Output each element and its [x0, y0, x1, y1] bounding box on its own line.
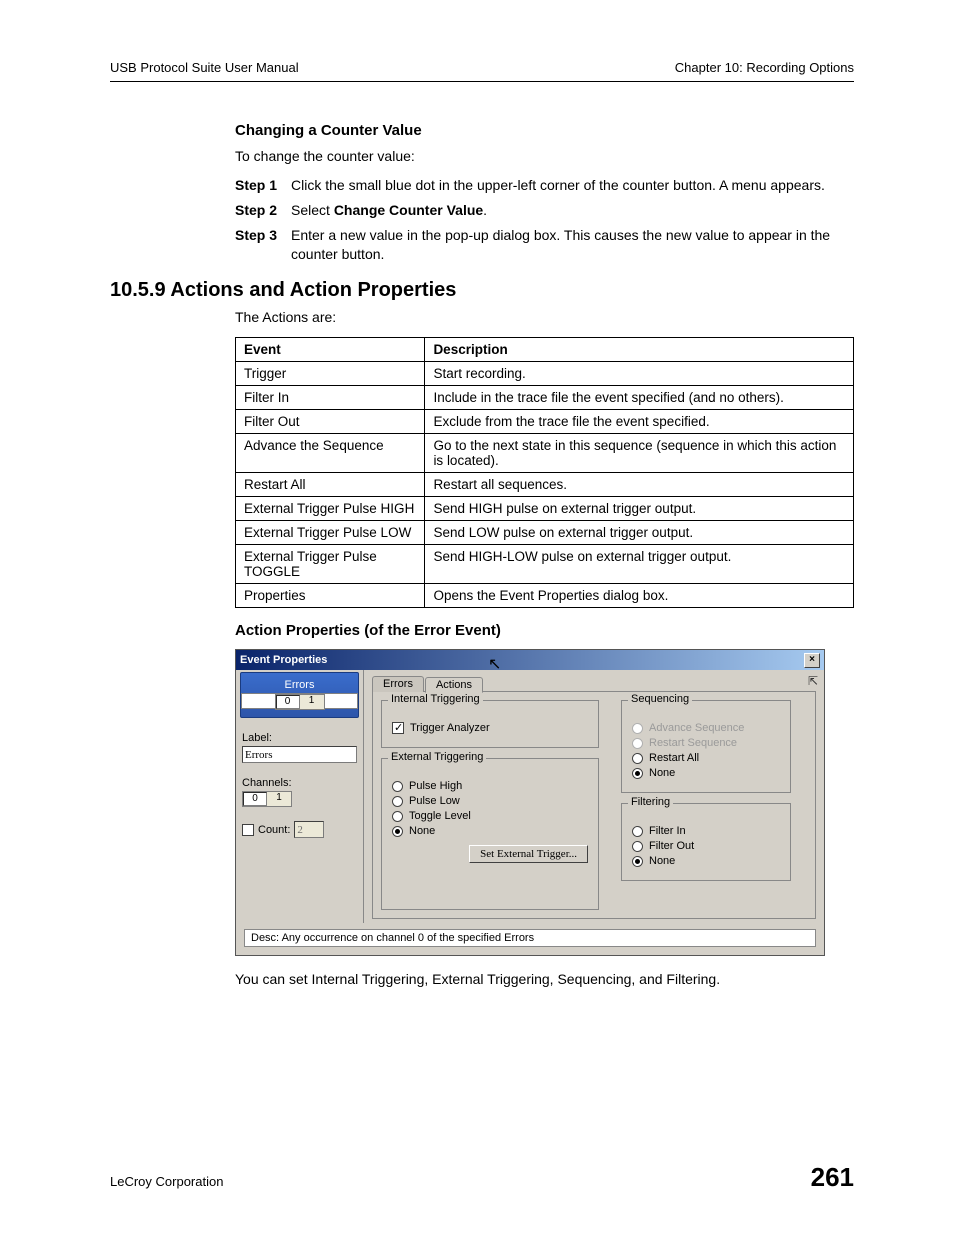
page-number: 261 [811, 1162, 854, 1193]
table-row: External Trigger Pulse TOGGLE [236, 545, 425, 584]
table-row: Properties [236, 584, 425, 608]
table-row: Advance the Sequence [236, 434, 425, 473]
count-input[interactable] [294, 821, 324, 838]
dialog-titlebar[interactable]: Event Properties × [236, 650, 824, 670]
step2-label: Step 2 [235, 201, 291, 220]
desc-bar: Desc: Any occurrence on channel 0 of the… [244, 929, 816, 947]
table-row: External Trigger Pulse LOW [236, 521, 425, 545]
seq-none-radio[interactable] [632, 768, 643, 779]
step3-body: Enter a new value in the pop-up dialog b… [291, 226, 854, 264]
page-footer: LeCroy Corporation 261 [110, 1162, 854, 1193]
step3-label: Step 3 [235, 226, 291, 264]
tab-errors[interactable]: Errors [372, 676, 424, 692]
header-right: Chapter 10: Recording Options [675, 60, 854, 75]
intro-text: To change the counter value: [235, 147, 854, 166]
channels-caption: Channels: [242, 777, 357, 789]
label-caption: Label: [242, 732, 357, 744]
dialog-title: Event Properties [240, 652, 327, 668]
table-row: External Trigger Pulse HIGH [236, 497, 425, 521]
pin-icon[interactable]: ⇱ [808, 674, 818, 688]
filter-in-radio[interactable] [632, 826, 643, 837]
group-external-trig: External Triggering Pulse High Pulse Low… [381, 758, 599, 910]
footer-company: LeCroy Corporation [110, 1174, 223, 1189]
toggle-level-radio[interactable] [392, 811, 403, 822]
actions-table: Event Description TriggerStart recording… [235, 337, 854, 608]
step2-body: Select Change Counter Value. [291, 201, 854, 220]
label-input[interactable] [242, 746, 357, 763]
restart-seq-radio [632, 738, 643, 749]
errors-toggle[interactable]: 0 1 [275, 694, 325, 710]
table-row: Trigger [236, 362, 425, 386]
restart-all-radio[interactable] [632, 753, 643, 764]
table-row: Filter In [236, 386, 425, 410]
count-label: Count: [258, 824, 290, 836]
section-heading: 10.5.9 Actions and Action Properties [110, 279, 854, 302]
close-icon[interactable]: × [804, 653, 820, 668]
errors-heading: Errors [241, 679, 358, 691]
pulse-low-radio[interactable] [392, 796, 403, 807]
table-row: Filter Out [236, 410, 425, 434]
table-row: Restart All [236, 473, 425, 497]
count-checkbox[interactable] [242, 824, 254, 836]
steps-list: Step 1 Click the small blue dot in the u… [235, 176, 854, 264]
tab-actions[interactable]: Actions [425, 677, 483, 693]
header-left: USB Protocol Suite User Manual [110, 60, 299, 75]
trigger-analyzer-label: Trigger Analyzer [410, 722, 490, 734]
pulse-high-radio[interactable] [392, 781, 403, 792]
event-properties-dialog: Event Properties × ↖ Errors 0 1 [235, 649, 825, 956]
set-external-trigger-button[interactable]: Set External Trigger... [469, 845, 588, 863]
subheading-action-props: Action Properties (of the Error Event) [235, 622, 854, 639]
th-event: Event [236, 338, 425, 362]
step1-label: Step 1 [235, 176, 291, 195]
ext-none-radio[interactable] [392, 826, 403, 837]
actions-intro: The Actions are: [235, 308, 854, 327]
filter-out-radio[interactable] [632, 841, 643, 852]
after-dialog-text: You can set Internal Triggering, Externa… [235, 970, 854, 989]
th-desc: Description [425, 338, 854, 362]
page-header: USB Protocol Suite User Manual Chapter 1… [110, 60, 854, 82]
step1-body: Click the small blue dot in the upper-le… [291, 176, 854, 195]
side-panel: Errors 0 1 Label: Channels: 0 1 [236, 670, 364, 923]
filter-none-radio[interactable] [632, 856, 643, 867]
trigger-analyzer-checkbox[interactable]: ✓ [392, 722, 404, 734]
group-sequencing: Sequencing Advance Sequence Restart Sequ… [621, 700, 791, 793]
main-panel: ⇱ Errors Actions Internal Triggering ✓ [364, 670, 824, 923]
subheading-changing-counter: Changing a Counter Value [235, 122, 854, 139]
adv-seq-radio [632, 723, 643, 734]
channels-toggle[interactable]: 0 1 [242, 791, 292, 807]
group-internal-trig: Internal Triggering ✓ Trigger Analyzer [381, 700, 599, 748]
group-filtering: Filtering Filter In Filter Out None [621, 803, 791, 881]
